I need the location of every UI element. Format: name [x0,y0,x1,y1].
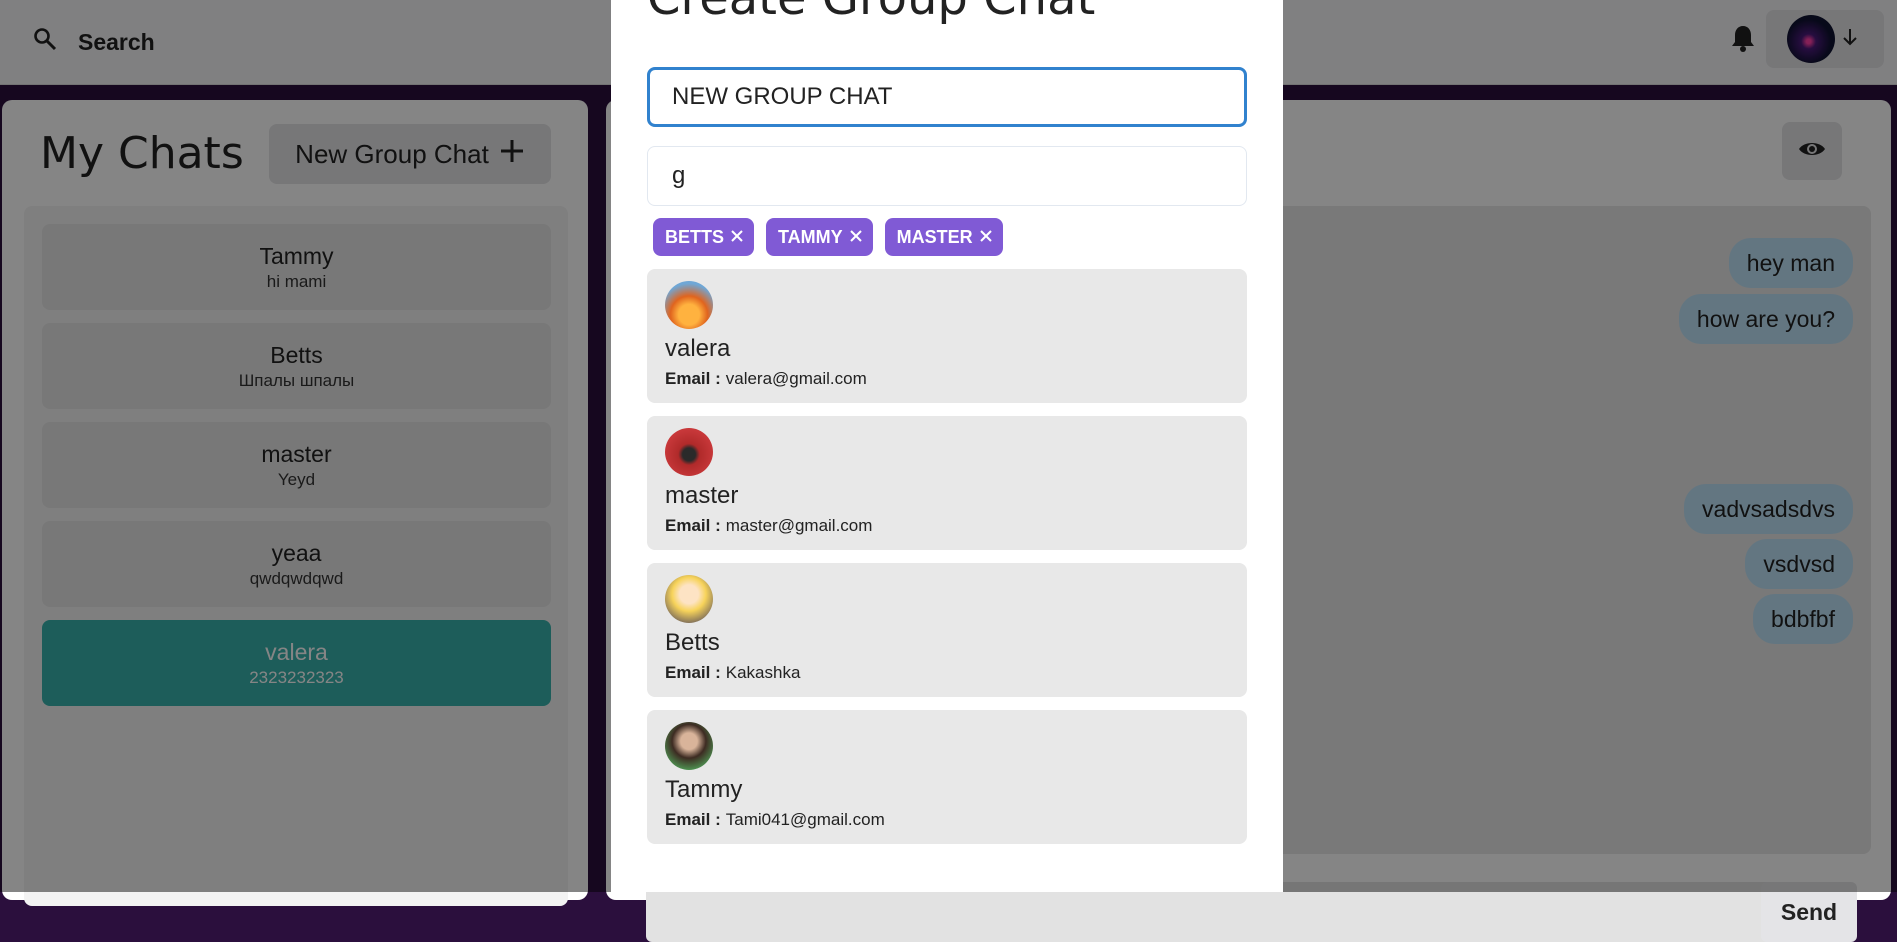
email-label: Email : [665,369,721,388]
close-icon[interactable] [730,227,744,248]
email-value: master@gmail.com [725,516,873,535]
chip-label: BETTS [665,226,725,247]
user-search-input[interactable]: g [647,146,1247,206]
close-icon[interactable] [849,227,863,248]
email-label: Email : [665,810,721,829]
selected-users: BETTS TAMMY MASTER [653,218,1003,258]
user-name: master [665,482,739,509]
user-email: Email : Tami041@gmail.com [665,810,885,830]
user-email: Email : Kakashka [665,663,800,683]
avatar [665,575,713,623]
email-label: Email : [665,663,721,682]
close-icon[interactable] [979,227,993,248]
user-name: Tammy [665,776,743,803]
modal-title: Create Group Chat [647,0,1095,26]
user-chip: MASTER [884,218,1003,256]
chat-name-input[interactable]: NEW GROUP CHAT [647,67,1247,127]
user-result-item[interactable]: Betts Email : Kakashka [647,563,1247,697]
user-result-item[interactable]: master Email : master@gmail.com [647,416,1247,550]
user-chip: BETTS [653,218,755,256]
chip-label: MASTER [896,226,973,247]
email-label: Email : [665,516,721,535]
user-chip: TAMMY [766,218,873,256]
user-name: Betts [665,629,720,656]
chip-label: TAMMY [778,226,843,247]
avatar [665,281,713,329]
user-result-item[interactable]: Tammy Email : Tami041@gmail.com [647,710,1247,844]
email-value: valera@gmail.com [725,369,867,388]
create-group-modal: Create Group Chat NEW GROUP CHAT g BETTS… [611,0,1283,892]
avatar [665,722,713,770]
user-email: Email : master@gmail.com [665,516,872,536]
user-email: Email : valera@gmail.com [665,369,867,389]
email-value: Tami041@gmail.com [725,810,885,829]
user-result-item[interactable]: valera Email : valera@gmail.com [647,269,1247,403]
avatar [665,428,713,476]
email-value: Kakashka [725,663,801,682]
user-name: valera [665,335,731,362]
